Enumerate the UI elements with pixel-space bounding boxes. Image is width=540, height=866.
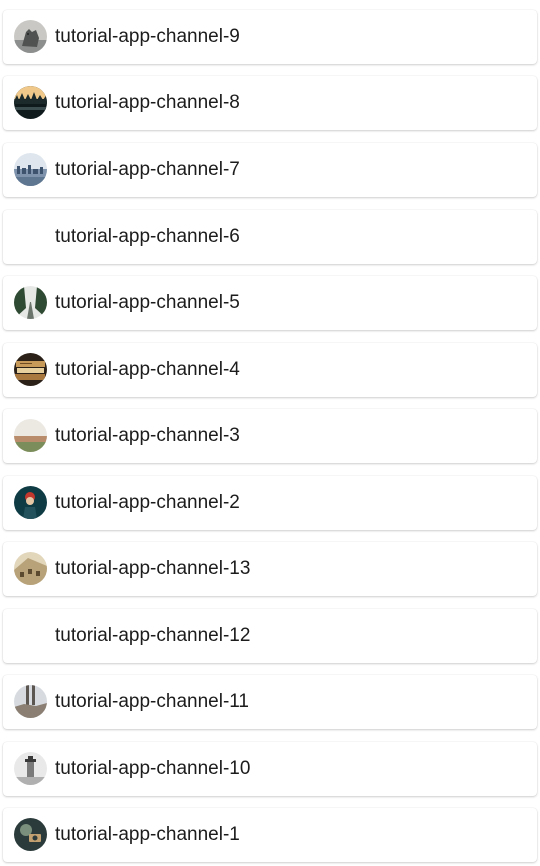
channel-list-item[interactable]: tutorial-app-channel-13 bbox=[3, 542, 537, 596]
field-horizon-photo-icon bbox=[14, 419, 47, 452]
city-skyline-photo-icon bbox=[14, 153, 47, 186]
channel-list-item[interactable]: tutorial-app-channel-8 bbox=[3, 76, 537, 130]
channel-name: tutorial-app-channel-5 bbox=[55, 292, 240, 313]
channel-name: tutorial-app-channel-8 bbox=[55, 92, 240, 113]
tree-road-photo-icon bbox=[14, 286, 47, 319]
channel-name: tutorial-app-channel-1 bbox=[55, 824, 240, 845]
legs-rocks-photo-icon bbox=[14, 685, 47, 718]
channel-name: tutorial-app-channel-4 bbox=[55, 359, 240, 380]
channel-list: tutorial-app-channel-9 tutorial-app-chan… bbox=[0, 0, 540, 866]
channel-list-item[interactable]: tutorial-app-channel-3 bbox=[3, 409, 537, 463]
channel-list-item[interactable]: tutorial-app-channel-4 bbox=[3, 343, 537, 397]
camera-person-photo-icon bbox=[14, 818, 47, 851]
books-photo-icon bbox=[14, 353, 47, 386]
channel-name: tutorial-app-channel-2 bbox=[55, 492, 240, 513]
channel-list-item[interactable]: tutorial-app-channel-12 bbox=[3, 609, 537, 663]
channel-name: tutorial-app-channel-9 bbox=[55, 26, 240, 47]
lighthouse-photo-icon bbox=[14, 752, 47, 785]
avatar-placeholder bbox=[14, 619, 47, 652]
forest-lake-photo-icon bbox=[14, 86, 47, 119]
channel-list-item[interactable]: tutorial-app-channel-1 bbox=[3, 808, 537, 862]
avatar-placeholder bbox=[14, 220, 47, 253]
wolf-photo-icon bbox=[14, 20, 47, 53]
channel-name: tutorial-app-channel-3 bbox=[55, 425, 240, 446]
channel-name: tutorial-app-channel-12 bbox=[55, 625, 251, 646]
channel-name: tutorial-app-channel-10 bbox=[55, 758, 251, 779]
channel-list-item[interactable]: tutorial-app-channel-10 bbox=[3, 742, 537, 796]
channel-list-item[interactable]: tutorial-app-channel-9 bbox=[3, 10, 537, 64]
channel-list-item[interactable]: tutorial-app-channel-11 bbox=[3, 675, 537, 729]
channel-name: tutorial-app-channel-6 bbox=[55, 226, 240, 247]
person-red-hat-photo-icon bbox=[14, 486, 47, 519]
channel-name: tutorial-app-channel-13 bbox=[55, 558, 251, 579]
channel-list-item[interactable]: tutorial-app-channel-7 bbox=[3, 143, 537, 197]
channel-name: tutorial-app-channel-11 bbox=[55, 691, 249, 712]
building-photo-icon bbox=[14, 552, 47, 585]
channel-list-item[interactable]: tutorial-app-channel-6 bbox=[3, 210, 537, 264]
channel-list-item[interactable]: tutorial-app-channel-2 bbox=[3, 476, 537, 530]
channel-name: tutorial-app-channel-7 bbox=[55, 159, 240, 180]
channel-list-item[interactable]: tutorial-app-channel-5 bbox=[3, 276, 537, 330]
